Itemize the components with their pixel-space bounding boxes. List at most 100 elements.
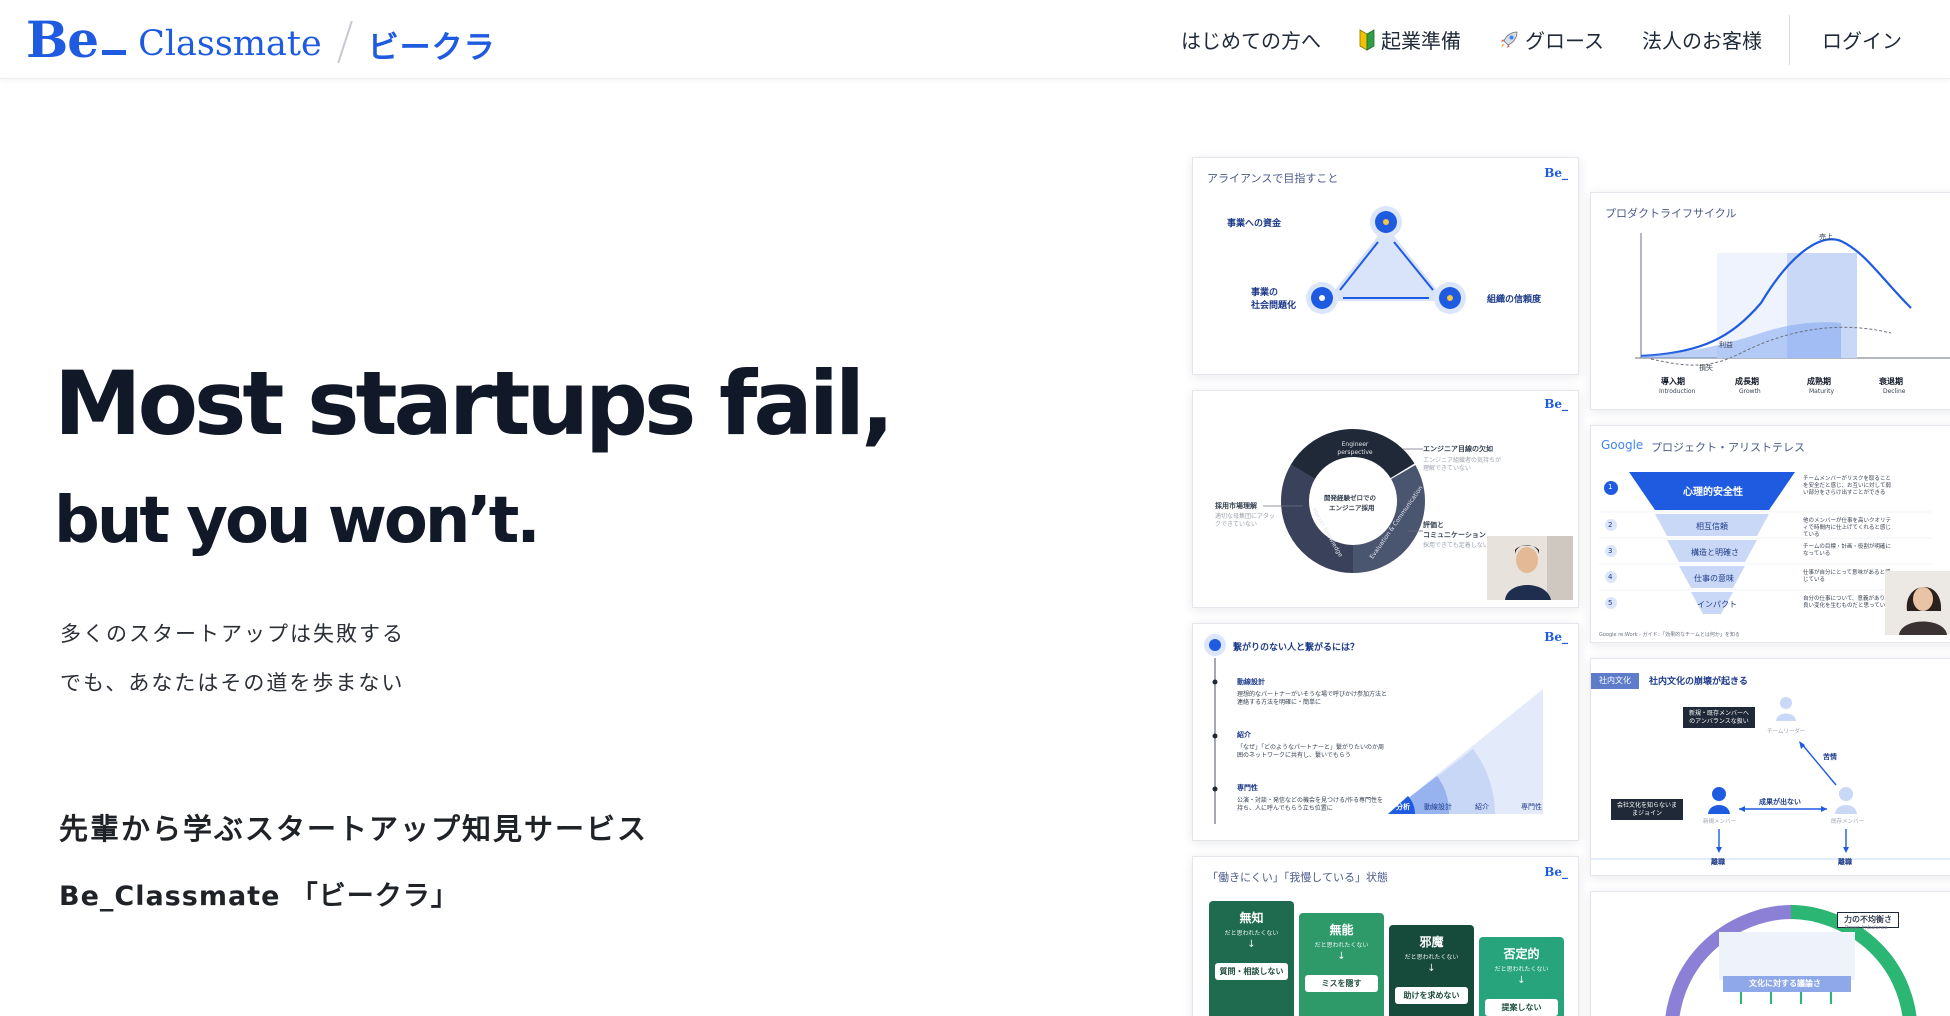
hard-card-title: 無能	[1329, 923, 1354, 937]
hard-card-incompetent: 無能 だと思われたくない ↓ ミスを隠す	[1299, 913, 1384, 1016]
culture-complaint-label: 苦情	[1823, 753, 1837, 761]
site-header: Be Classmate ビークラ はじめての方へ 起業準備 グロース 法人のお…	[0, 0, 1950, 79]
hard-card-burden: 邪魔 だと思われたくない ↓ 助けを求めない	[1389, 925, 1474, 1016]
nav-item-label: グロース	[1525, 29, 1604, 53]
aristotle-row-5: インパクト	[1697, 600, 1737, 609]
connect-item-3-head: 専門性	[1237, 784, 1258, 792]
logo-be: Be	[26, 9, 99, 69]
down-arrow-icon: ↓	[1247, 939, 1256, 950]
slide-lifecycle: プロダクトライフサイクル 売上 利益 損失 導入期 Introduction 成…	[1590, 192, 1950, 410]
hard-card-title: 否定的	[1503, 947, 1540, 961]
slide-title: 「働きにくい」「我慢している」状態	[1207, 871, 1388, 884]
hard-card-title: 邪魔	[1419, 935, 1444, 949]
ring-label-engineer: Engineer perspective	[1337, 441, 1373, 456]
alliance-node-left-2: 社会問題化	[1251, 301, 1297, 311]
lifecycle-stage-4-en: Decline	[1883, 388, 1906, 395]
culture-box-unbalanced: 新規・既存メンバーへのアンバランスな扱い	[1683, 707, 1755, 728]
beginner-mark-icon	[1359, 28, 1375, 51]
alliance-node-left-1: 事業の	[1251, 288, 1279, 298]
hard-card-body: 質問・相談しない	[1215, 963, 1288, 980]
fan-label-flow: 動線設計	[1424, 803, 1452, 811]
alliance-node-right: 組織の信頼度	[1487, 295, 1542, 305]
aristotle-note-5: 自分の仕事について、意義があり、良い変化を生むものだと思っている	[1803, 596, 1891, 609]
culture-leader-label: チームリーダー	[1767, 729, 1806, 735]
hard-card-body: ミスを隠す	[1305, 975, 1378, 992]
lifecycle-loss-label: 損失	[1699, 364, 1713, 372]
speaker-video-thumbnail	[1487, 536, 1573, 600]
connect-item-2-body: 「なぜ」「どのようなパートナーと」繋がりたいのか周囲のネットワークに共有し、繋い…	[1237, 744, 1385, 759]
engineer-label-right-1: 評価と	[1423, 521, 1444, 529]
nav-item-corporate[interactable]: 法人のお客様	[1623, 25, 1781, 54]
lifecycle-stage-1: 導入期	[1661, 377, 1685, 386]
logo-classmate: Classmate	[138, 24, 322, 64]
engineer-label-left-sub: 適切な母集団にアタックできていない	[1215, 513, 1276, 528]
slide-power-imbalance: 力の不均衡さ Power Imbalance 文化に対する議論さ	[1590, 891, 1950, 1016]
lifecycle-stage-1-en: Introduction	[1659, 388, 1696, 395]
fan-label-referral: 紹介	[1475, 803, 1489, 811]
brand-logo[interactable]: Be Classmate ビークラ	[26, 8, 496, 70]
hero-service-name: Be_Classmate 「ビークラ」	[59, 881, 459, 912]
hard-card-sub: だと思われたくない	[1224, 930, 1279, 937]
connect-item-1-body: 理想的なパートナーがいそうな場で呼びかけ参加方法と連絡する方法を明確に・簡単に	[1237, 691, 1388, 706]
nav-divider	[1789, 14, 1790, 65]
alliance-triangle-diagram	[1306, 206, 1466, 314]
power-label-en: Power Imbalance	[1845, 925, 1888, 931]
aristotle-row-3: 構造と明確さ	[1691, 548, 1739, 557]
lifecycle-stage-3: 成熟期	[1807, 377, 1831, 386]
aristotle-row-4: 仕事の意味	[1694, 574, 1734, 583]
culture-old-member: 既存メンバー	[1831, 819, 1865, 825]
hero-headline-line2: but you won’t.	[54, 484, 541, 558]
hard-card-body: 提案しない	[1485, 999, 1558, 1016]
power-bar-label: 文化に対する議論さ	[1749, 979, 1821, 988]
aristotle-row-2: 相互信頼	[1696, 522, 1728, 531]
slide-culture: 社内文化 社内文化の崩壊が起きる 新規・既存メンバーへのアンバランスな扱い 会社…	[1590, 658, 1950, 876]
culture-diagram	[1591, 697, 1950, 860]
slide-engineer-hiring: Be_ Engineer perspective Market Knowledg…	[1192, 390, 1579, 608]
logo-underscore	[102, 49, 127, 55]
hero-sub-line2: でも、あなたはその道を歩まない	[60, 671, 405, 695]
nav-item-label: 起業準備	[1381, 29, 1461, 53]
culture-new-member: 新規メンバー	[1703, 819, 1737, 825]
culture-leave-old: 離職	[1838, 858, 1852, 866]
aristotle-row-4-num: 4	[1608, 573, 1613, 581]
speaker-video-thumbnail	[1885, 571, 1950, 635]
down-arrow-icon: ↓	[1427, 963, 1436, 974]
ring-center-2: エンジニア採用	[1329, 504, 1375, 512]
aristotle-note-4: 仕事が自分にとって意味があると感じている	[1803, 570, 1891, 583]
slide-project-aristotle: Google プロジェクト・アリストテレス 1 2 3 4 5 心理的安全性 相…	[1590, 425, 1950, 643]
aristotle-row-2-num: 2	[1608, 521, 1613, 529]
lifecycle-profit-label: 利益	[1719, 341, 1733, 349]
hero-sub-line1: 多くのスタートアップは失敗する	[60, 622, 405, 646]
slide-alliance: アライアンスで目指すこと Be_ 事業への資金 事業の 社会問題化 組織の信頼度	[1192, 157, 1579, 375]
culture-result-label: 成果が出ない	[1759, 798, 1801, 806]
lifecycle-stage-3-en: Maturity	[1809, 388, 1835, 395]
nav-item-growth[interactable]: グロース	[1480, 25, 1623, 54]
engineer-label-right-sub: 採用できても定着しない	[1423, 542, 1489, 549]
lifecycle-peak-label: 売上	[1819, 233, 1833, 241]
aristotle-row-1-num: 1	[1608, 483, 1613, 491]
nav-item-first-time[interactable]: はじめての方へ	[1162, 25, 1340, 54]
hero-headline-line1: Most startups fail,	[54, 352, 894, 455]
aristotle-note-3: チームの目標・計画・役割が明確になっている	[1803, 544, 1891, 557]
logo-jp: ビークラ	[367, 29, 496, 66]
hero-tagline: 先輩から学ぶスタートアップ知見サービス	[59, 812, 649, 846]
hard-card-ignorant: 無知 だと思われたくない ↓ 質問・相談しない	[1209, 901, 1294, 1016]
rocket-icon	[1499, 30, 1519, 50]
login-link[interactable]: ログイン	[1802, 25, 1950, 54]
aristotle-row-1: 心理的安全性	[1683, 487, 1743, 498]
slide-title: 繋がりのない人と繋がるには？	[1233, 643, 1360, 653]
hard-card-sub: だと思われたくない	[1404, 954, 1459, 961]
aristotle-row-5-num: 5	[1608, 599, 1613, 607]
power-diagram	[1665, 905, 1917, 1016]
culture-box-unknown: 会社文化を知らないままジョイン	[1611, 799, 1683, 820]
nav-item-preparation[interactable]: 起業準備	[1340, 25, 1480, 54]
hard-card-sub: だと思われたくない	[1494, 966, 1549, 973]
hard-card-title: 無知	[1239, 911, 1264, 925]
engineer-label-top-sub: エンジニア組織者の気持ちが理解できていない	[1423, 457, 1502, 472]
login-label: ログイン	[1822, 29, 1902, 53]
connect-item-1-head: 動線設計	[1237, 678, 1265, 686]
nav-item-label: はじめての方へ	[1181, 29, 1321, 53]
hard-card-body: 助けを求めない	[1395, 987, 1468, 1004]
engineer-label-right-2: コミュニケーション	[1423, 531, 1486, 539]
logo-divider	[336, 20, 353, 64]
